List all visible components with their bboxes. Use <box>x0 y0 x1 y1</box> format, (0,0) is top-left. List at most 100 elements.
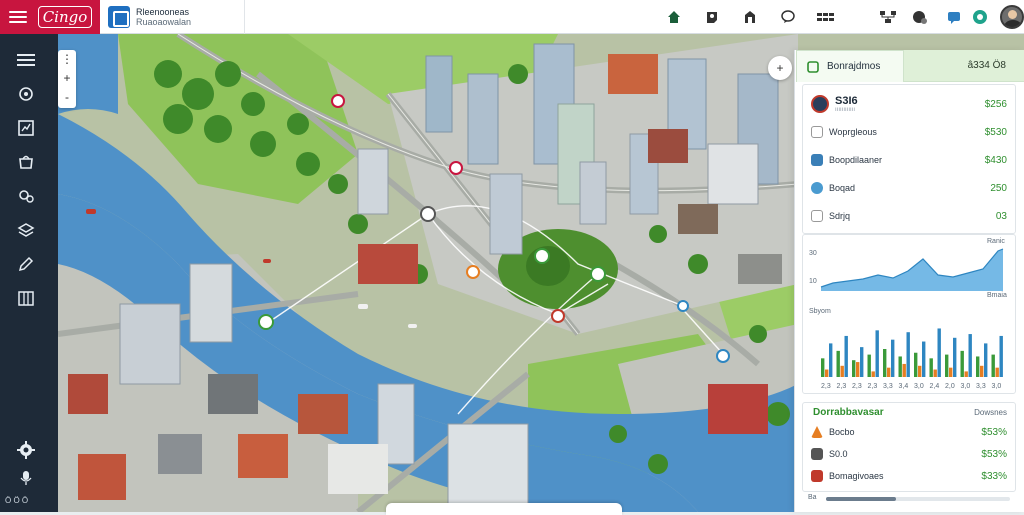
pen-icon[interactable] <box>14 252 38 276</box>
bar-chart-label: Sbyom <box>809 308 831 315</box>
bar-tick-label: 2,3 <box>837 383 847 390</box>
bar-tick-label: 3,0 <box>992 383 1002 390</box>
stat-row[interactable]: Sdrjq 03 <box>811 207 1007 225</box>
bar-tick-label: 2,3 <box>821 383 831 390</box>
row-icon <box>811 448 823 460</box>
summary-value: $53% <box>981 426 1007 438</box>
bar <box>929 358 933 377</box>
bar-chart <box>821 328 1003 377</box>
bar <box>844 335 848 377</box>
bar-chart-axis: 2,3 2,3 2,3 2,3 3,3 3,4 3,0 2,4 2,0 3,0 3,3 3,0 <box>821 383 1001 390</box>
panel-header-stat: â334 Ö8 <box>904 50 1024 82</box>
account-area <box>944 5 1024 29</box>
bar <box>867 354 871 377</box>
workspace-subtitle: Ruaoaowalan <box>136 17 192 27</box>
balance-card: S3I6 ıııııııııııı $256 Woprgleous $530 B… <box>802 84 1016 234</box>
bar <box>902 363 906 377</box>
bar <box>918 365 922 377</box>
summary-row[interactable]: S0.0 $53% <box>811 445 1007 463</box>
analytics-icon[interactable] <box>14 116 38 140</box>
dashboard-icon[interactable] <box>14 82 38 106</box>
workspace-icon <box>108 6 130 28</box>
row-icon <box>811 182 823 194</box>
bar <box>922 341 926 377</box>
balance-subtitle: ıııııııııııı <box>835 107 856 113</box>
building-icon[interactable] <box>740 7 760 27</box>
stat-label: Boopdilaaner <box>829 155 883 165</box>
row-icon <box>811 154 823 166</box>
bar <box>821 358 825 377</box>
bar <box>860 347 864 377</box>
bar <box>914 352 918 377</box>
workspace-switcher[interactable]: Rleenooneas Ruaoaowalan <box>108 5 191 29</box>
menu-icon[interactable] <box>14 48 38 72</box>
summary-row[interactable]: Bocbo $53% <box>811 423 1007 441</box>
bar <box>891 339 895 377</box>
bar-tick-label: 3,0 <box>961 383 971 390</box>
hamburger-menu-icon[interactable] <box>9 8 27 24</box>
layers-icon[interactable] <box>14 218 38 242</box>
summary-row[interactable]: Bomagivoaes $33% <box>811 467 1007 485</box>
line-chart-tag-bottom: Bmaia <box>987 292 1007 299</box>
charts-canvas[interactable]: 30 10 Ranic Bmaia Sbyom 2,3 2,3 2,3 2,3 3,3 3… <box>803 235 1015 393</box>
summary-label: Bocbo <box>829 427 855 437</box>
home-icon[interactable] <box>664 7 684 27</box>
balance-row[interactable]: S3I6 ıııııııııııı $256 <box>811 93 1007 115</box>
bar <box>949 367 953 377</box>
balance-value: $256 <box>984 98 1007 110</box>
bar <box>937 328 941 377</box>
summary-value: $33% <box>981 470 1007 482</box>
bar <box>976 356 980 377</box>
bar <box>968 334 972 377</box>
stat-value: $530 <box>984 126 1007 138</box>
panel-tab-label: Bonrajdmos <box>827 61 881 72</box>
summary-value: $53% <box>981 448 1007 460</box>
bottom-drawer-handle[interactable] <box>386 503 622 515</box>
stat-row[interactable]: Woprgleous $530 <box>811 123 1007 141</box>
user-avatar[interactable] <box>1000 5 1024 29</box>
gear-icon[interactable] <box>14 438 38 462</box>
bar <box>980 365 984 377</box>
microphone-icon[interactable] <box>14 466 38 490</box>
bar <box>964 371 968 377</box>
stat-value: $430 <box>984 154 1007 166</box>
zoom-handle[interactable]: ⋮ <box>58 50 76 69</box>
chat-bubble-icon[interactable] <box>944 7 964 27</box>
chat-icon[interactable] <box>778 7 798 27</box>
progress-bar[interactable] <box>826 497 1010 501</box>
bar <box>875 330 879 377</box>
settings-icon[interactable] <box>14 184 38 208</box>
stat-row[interactable]: Boopdilaaner $430 <box>811 151 1007 169</box>
line-chart-top-label: 30 <box>809 250 817 257</box>
bar <box>999 335 1003 377</box>
bar-tick-label: 2,3 <box>868 383 878 390</box>
summary-label: S0.0 <box>829 449 848 459</box>
collapse-panel-button[interactable]: + <box>768 56 792 80</box>
bar-tick-label: 2,4 <box>930 383 940 390</box>
stat-row[interactable]: Boqad 250 <box>811 179 1007 197</box>
shop-icon[interactable] <box>14 150 38 174</box>
share-icon[interactable] <box>702 7 722 27</box>
bar <box>856 362 860 377</box>
bar-tick-label: 3,4 <box>899 383 909 390</box>
bar-tick-label: 2,3 <box>852 383 862 390</box>
workspace-name: Rleenooneas <box>136 7 190 17</box>
globe-settings-icon[interactable] <box>910 7 930 27</box>
toolbar-icons <box>664 7 848 27</box>
line-chart-bottom-label: 10 <box>809 278 817 285</box>
brand-area: Cingo <box>0 0 100 34</box>
balance-title: S3I6 <box>835 95 858 107</box>
zoom-out-button[interactable]: - <box>58 88 76 107</box>
sidebar: Ö Ö Ö <box>0 34 58 512</box>
hierarchy-icon[interactable] <box>878 7 898 27</box>
panel-tab[interactable]: Bonrajdmos <box>796 50 904 82</box>
app-logo[interactable]: Cingo <box>38 6 92 28</box>
status-icon[interactable] <box>970 7 990 27</box>
bar <box>883 349 887 377</box>
bar <box>840 365 844 377</box>
zoom-in-button[interactable]: + <box>58 69 76 88</box>
building-list-icon[interactable] <box>14 286 38 310</box>
grid-icon[interactable] <box>816 7 836 27</box>
stat-label: Woprgleous <box>829 127 877 137</box>
bar <box>852 360 856 377</box>
